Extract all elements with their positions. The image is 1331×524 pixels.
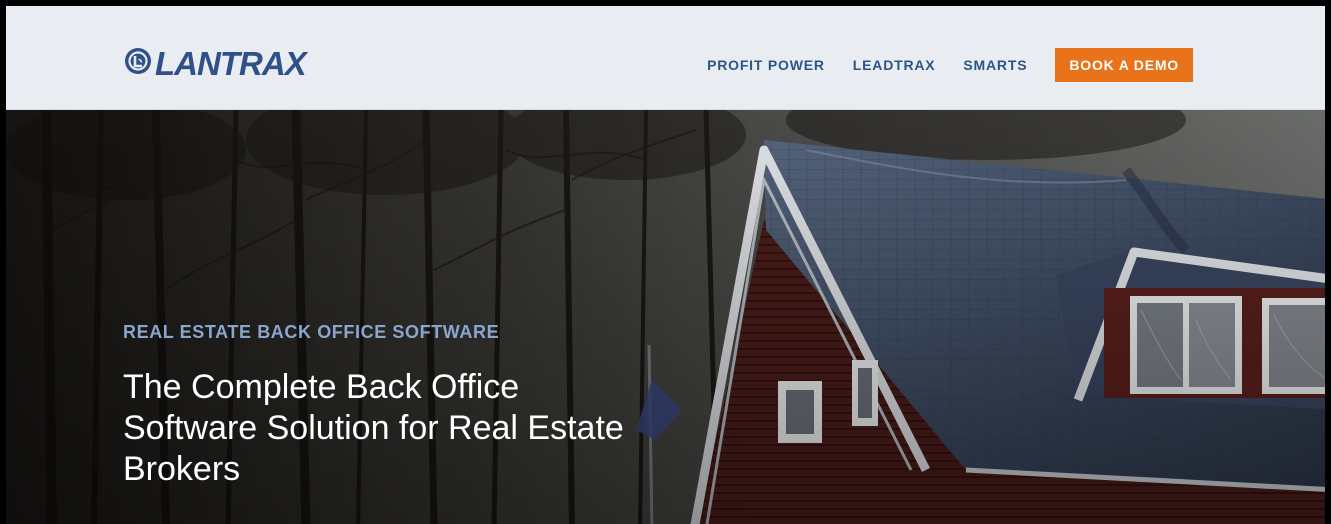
book-a-demo-button[interactable]: BOOK A DEMO xyxy=(1055,48,1193,82)
browser-viewport: LANTRAX PROFIT POWER LEADTRAX SMARTS BOO… xyxy=(0,0,1331,524)
hero-copy: REAL ESTATE BACK OFFICE SOFTWARE The Com… xyxy=(123,322,643,490)
nav-link-leadtrax[interactable]: LEADTRAX xyxy=(853,57,936,73)
logo-wordmark: LANTRAX xyxy=(155,44,307,82)
hero-eyebrow: REAL ESTATE BACK OFFICE SOFTWARE xyxy=(123,322,500,342)
lantrax-logo[interactable]: LANTRAX xyxy=(123,44,307,82)
nav-link-smarts[interactable]: SMARTS xyxy=(963,57,1027,73)
logo-mark-icon xyxy=(123,46,153,81)
site-header: LANTRAX PROFIT POWER LEADTRAX SMARTS BOO… xyxy=(6,6,1325,110)
hero-section: REAL ESTATE BACK OFFICE SOFTWARE The Com… xyxy=(6,110,1325,524)
hero-headline: The Complete Back Office Software Soluti… xyxy=(123,368,624,488)
logo-wordmark-prefix: LAN xyxy=(155,44,221,82)
main-nav: PROFIT POWER LEADTRAX SMARTS BOOK A DEMO xyxy=(707,48,1193,82)
nav-link-profit-power[interactable]: PROFIT POWER xyxy=(707,57,825,73)
logo-wordmark-suffix: TRAX xyxy=(219,44,307,82)
